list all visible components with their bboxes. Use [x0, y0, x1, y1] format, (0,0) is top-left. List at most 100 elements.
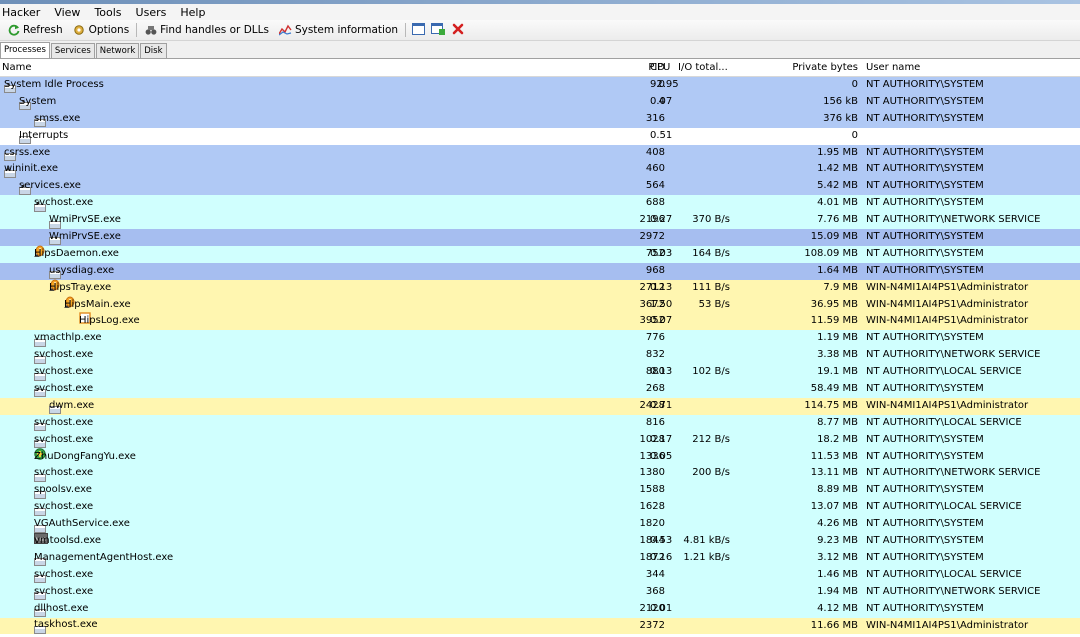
private-bytes-cell: 4.12 MB	[817, 602, 858, 614]
table-row[interactable]: ◢svchost.exe6884.01 MBNT AUTHORITY\SYSTE…	[0, 195, 1080, 213]
tab-network[interactable]: Network	[95, 43, 140, 58]
process-name: smss.exe	[34, 112, 81, 124]
table-row[interactable]: svchost.exe 832 3.38 MB NT AUTHORITY\NETWOR…	[0, 347, 1080, 365]
process-name: dllhost.exe	[34, 602, 89, 614]
private-bytes-cell: 0	[851, 129, 858, 141]
private-bytes-cell: 1.19 MB	[817, 332, 858, 344]
table-row[interactable]: usysdiag.exe 968 1.64 MB NT AUTHORITY\SYSTE…	[0, 262, 1080, 280]
column-user-name[interactable]: User name	[866, 62, 920, 73]
table-row[interactable]: WmiPrvSE.exe 2972 15.09 MB NT AUTHORITY\SYS…	[0, 229, 1080, 246]
user-name-cell: NT AUTHORITY\SYSTEM	[866, 197, 984, 209]
user-name-cell: NT AUTHORITY\LOCAL SERVICE	[866, 366, 1022, 378]
pid-cell: 564	[645, 180, 665, 192]
table-row[interactable]: Interrupts 0.51 0	[0, 127, 1080, 145]
column-io-total[interactable]: I/O total...	[678, 62, 728, 73]
process-name: svchost.exe	[34, 416, 94, 428]
table-row[interactable]: csrss.exe 408 1.95 MB NT AUTHORITY\SYSTEM	[0, 144, 1080, 162]
user-name-cell: WIN-N4MI1AI4PS1\Administrator	[866, 399, 1029, 411]
table-row[interactable]: spoolsv.exe 1588 8.89 MB NT AUTHORITY\SYSTE…	[0, 482, 1080, 500]
table-row[interactable]: svchost.exe 1628 13.07 MB NT AUTHORITY\LOCA…	[0, 499, 1080, 517]
terminate-button[interactable]	[450, 22, 466, 38]
refresh-button[interactable]: Refresh	[2, 21, 68, 39]
window-button[interactable]	[410, 22, 426, 38]
table-row[interactable]: ZhuDongFangYu.exe 1336 0.05 11.53 MB NT AUTH…	[0, 447, 1080, 466]
process-name: svchost.exe	[34, 349, 94, 361]
user-name-cell: NT AUTHORITY\NETWORK SERVICE	[866, 214, 1041, 226]
table-row[interactable]: svchost.exe 880 0.13 102 B/s 19.1 MB NT AUTHO…	[0, 364, 1080, 382]
process-name: svchost.exe	[34, 467, 94, 479]
options-button[interactable]: Options	[68, 21, 135, 39]
system-information-label: System information	[294, 24, 399, 36]
table-row[interactable]: ◢HipsMain.exe36721.5053 B/s36.95 MBWIN-N…	[0, 296, 1080, 314]
table-row[interactable]: ◢System40.07156 kBNT AUTHORITY\SYSTEM	[0, 93, 1080, 111]
table-row[interactable]: svchost.exe 368 1.94 MB NT AUTHORITY\NETWOR…	[0, 583, 1080, 601]
table-row[interactable]: ◢svchost.exe26858.49 MBNT AUTHORITY\SYST…	[0, 381, 1080, 398]
menu-view[interactable]: View	[54, 6, 80, 19]
table-row[interactable]: svchost.exe 1028 0.17 212 B/s 18.2 MB NT AUTH…	[0, 431, 1080, 449]
table-row[interactable]: svchost.exe 816 8.77 MB NT AUTHORITY\LOCAL …	[0, 414, 1080, 432]
table-row[interactable]: ◢wininit.exe4601.42 MBNT AUTHORITY\SYSTE…	[0, 161, 1080, 179]
find-handles-button[interactable]: Find handles or DLLs	[139, 21, 274, 39]
table-row[interactable]: vmacthlp.exe 776 1.19 MB NT AUTHORITY\SYSTE…	[0, 330, 1080, 348]
tab-services[interactable]: Services	[50, 43, 95, 58]
table-row[interactable]: ◢HipsTray.exe27120.13111 B/s7.9 MBWIN-N4…	[0, 279, 1080, 297]
io-total-cell: 370 B/s	[692, 214, 730, 226]
menu-tools[interactable]: Tools	[94, 6, 121, 19]
table-row[interactable]: svchost.exe 1380 200 B/s 13.11 MB NT AUTHORI…	[0, 465, 1080, 483]
private-bytes-cell: 7.9 MB	[823, 281, 858, 293]
tab-bar: Processes Services Network Disk	[0, 41, 1080, 59]
menu-hacker[interactable]: Hacker	[2, 6, 40, 19]
private-bytes-cell: 4.01 MB	[817, 197, 858, 209]
pid-cell: 1380	[639, 467, 665, 479]
process-name: ZhuDongFangYu.exe	[34, 450, 136, 462]
column-name[interactable]: Name	[2, 62, 32, 73]
column-private-bytes[interactable]: Private bytes	[792, 62, 858, 73]
table-row[interactable]: taskhost.exe 2372 11.66 MB WIN-N4MI1AI4PS1\…	[0, 617, 1080, 635]
column-cpu[interactable]: CPU	[650, 62, 670, 73]
menu-help[interactable]: Help	[180, 6, 205, 19]
process-name: Interrupts	[19, 129, 69, 141]
table-row[interactable]: dwm.exe 2428 0.71 114.75 MB WIN-N4MI1AI4PS1\…	[0, 397, 1080, 415]
table-row[interactable]: ◢services.exe5645.42 MBNT AUTHORITY\SYST…	[0, 178, 1080, 196]
table-row[interactable]: ◢HipsDaemon.exe7520.03164 B/s108.09 MBNT…	[0, 245, 1080, 263]
menu-users[interactable]: Users	[136, 6, 167, 19]
process-name: VGAuthService.exe	[34, 518, 130, 530]
process-name: System Idle Process	[4, 78, 104, 90]
toolbar: Refresh Options Find handles or DLLs Sys…	[0, 20, 1080, 41]
pid-cell: 968	[645, 264, 665, 276]
table-row[interactable]: vm vmtoolsd.exe 1844 0.53 4.81 kB/s 9.23 MB NT…	[0, 532, 1080, 550]
process-name: dwm.exe	[49, 399, 95, 411]
private-bytes-cell: 13.07 MB	[810, 501, 858, 513]
user-name-cell: NT AUTHORITY\LOCAL SERVICE	[866, 501, 1022, 513]
user-name-cell: WIN-N4MI1AI4PS1\Administrator	[866, 298, 1029, 310]
process-name: HipsMain.exe	[64, 298, 131, 310]
table-row[interactable]: HipsLog.exe 3952 0.07 11.59 MB WIN-N4MI1AI4P…	[0, 312, 1080, 331]
pid-cell: 1820	[639, 518, 665, 530]
cpu-cell: 0.01	[650, 602, 673, 614]
io-total-cell: 4.81 kB/s	[683, 535, 730, 547]
private-bytes-cell: 3.38 MB	[817, 349, 858, 361]
system-information-button[interactable]: System information	[274, 21, 403, 39]
user-name-cell: NT AUTHORITY\SYSTEM	[866, 95, 984, 107]
table-row[interactable]: ◢System Idle Process092.950NT AUTHORITY\…	[0, 77, 1080, 94]
tab-disk[interactable]: Disk	[140, 43, 167, 58]
table-row[interactable]: smss.exe 316 376 kB NT AUTHORITY\SYSTEM	[0, 110, 1080, 128]
table-row[interactable]: WmiPrvSE.exe 2196 0.27 370 B/s 7.76 MB NT AUT…	[0, 212, 1080, 230]
pid-cell: 776	[645, 332, 665, 344]
user-name-cell: NT AUTHORITY\SYSTEM	[866, 383, 984, 395]
table-row[interactable]: svchost.exe 344 1.46 MB NT AUTHORITY\LOCAL …	[0, 566, 1080, 584]
toolbar-separator	[405, 23, 407, 37]
table-row[interactable]: dllhost.exe 2120 0.01 4.12 MB NT AUTHORITY\S…	[0, 600, 1080, 618]
private-bytes-cell: 11.66 MB	[810, 619, 858, 631]
tab-processes[interactable]: Processes	[0, 42, 50, 58]
new-window-button[interactable]	[430, 22, 446, 38]
private-bytes-cell: 0	[851, 79, 858, 90]
table-row[interactable]: VGAuthService.exe 1820 4.26 MB NT AUTHORITY…	[0, 516, 1080, 534]
table-row[interactable]: ManagementAgentHost.exe 1872 0.16 1.21 kB/s…	[0, 549, 1080, 567]
process-name: svchost.exe	[34, 366, 94, 378]
private-bytes-cell: 11.59 MB	[810, 315, 858, 327]
private-bytes-cell: 8.89 MB	[817, 484, 858, 496]
process-name: svchost.exe	[34, 433, 94, 445]
pid-cell: 1628	[639, 501, 665, 513]
new-window-icon	[431, 22, 446, 38]
